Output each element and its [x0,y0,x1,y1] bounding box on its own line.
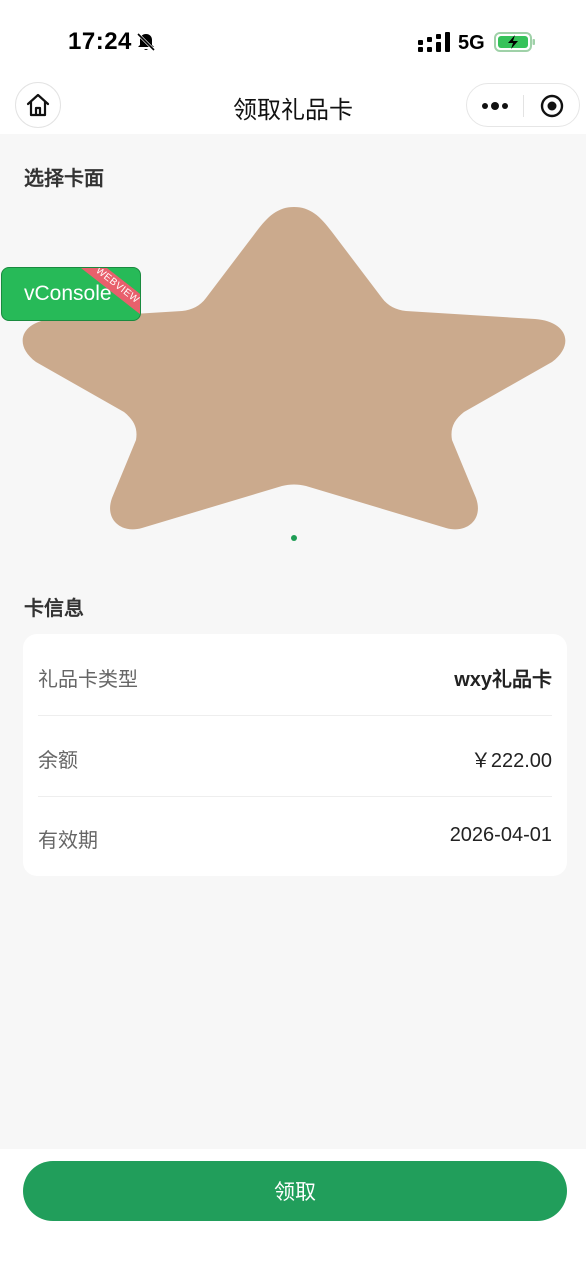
vconsole-label: vConsole [24,282,112,305]
carousel-dot-indicator [291,535,297,541]
info-row-card-type: 礼品卡类型 wxy礼品卡 [38,635,552,715]
validity-label: 有效期 [38,830,98,852]
target-close-icon [540,94,564,118]
info-row-balance: 余额 ￥222.00 [38,716,552,796]
card-face-star[interactable] [20,202,568,532]
more-button[interactable] [467,84,523,128]
bell-muted-icon [136,32,156,52]
balance-label: 余额 [38,750,78,772]
balance-value: ￥222.00 [470,750,552,772]
more-icon [482,102,508,110]
claim-button[interactable]: 领取 [23,1161,567,1221]
mini-program-capsule [466,83,580,127]
card-info-panel: 礼品卡类型 wxy礼品卡 余额 ￥222.00 有效期 2026-04-01 [23,634,567,876]
network-label: 5G [458,32,485,54]
bottom-action-bar: 领取 [0,1149,586,1275]
card-face-section-title: 选择卡面 [24,168,104,190]
card-type-value: wxy礼品卡 [454,669,552,691]
info-row-validity: 有效期 2026-04-01 [38,796,552,876]
card-info-section-title: 卡信息 [24,598,84,620]
vconsole-button[interactable]: vConsole WEBVIEW [1,267,141,321]
battery-charging-icon [494,32,535,52]
status-time: 17:24 [68,28,132,55]
signal-icon [418,32,450,52]
card-type-label: 礼品卡类型 [38,669,138,691]
gift-card-claim-page: 17:24 5G 领取礼品卡 选择卡面 vConsole WEBVIEW 卡信息… [0,0,586,1275]
validity-value: 2026-04-01 [449,824,552,846]
nav-bar: 领取礼品卡 [0,70,586,134]
close-mini-program-button[interactable] [524,84,580,128]
